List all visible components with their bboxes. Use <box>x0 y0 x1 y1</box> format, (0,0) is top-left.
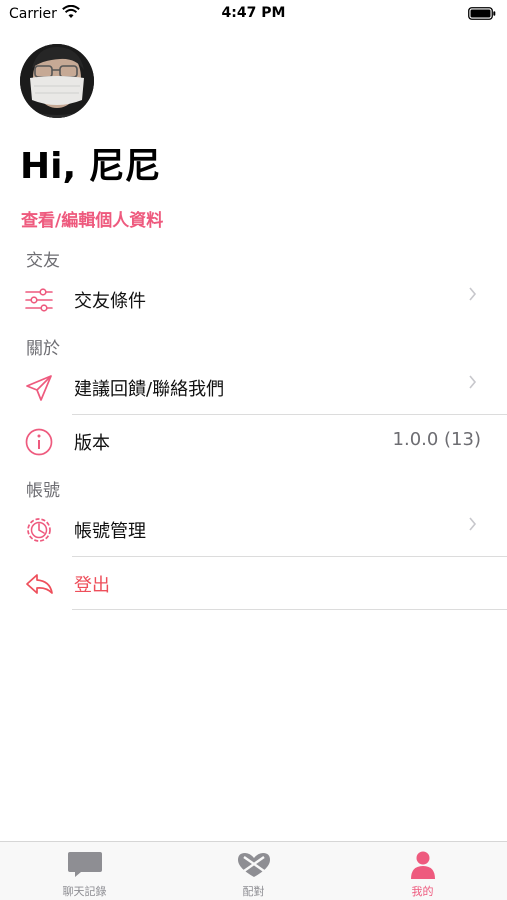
section-header-about: 關於 <box>26 339 60 359</box>
section-header-dating: 交友 <box>26 251 60 271</box>
chevron-right-icon <box>469 517 477 531</box>
tab-mine[interactable]: 我的 <box>338 842 507 900</box>
divider <box>72 609 507 610</box>
battery-full-icon <box>468 7 496 20</box>
status-time: 4:47 PM <box>221 5 286 21</box>
section-header-account: 帳號 <box>26 481 60 501</box>
avatar[interactable] <box>20 44 94 118</box>
person-icon <box>411 851 435 879</box>
sliders-icon <box>25 288 53 312</box>
tab-mine-label: 我的 <box>411 885 434 898</box>
feedback-contact-row[interactable]: 建議回饋/聯絡我們 <box>0 361 507 413</box>
logout-label: 登出 <box>74 575 110 596</box>
dating-criteria-row[interactable]: 交友條件 <box>0 273 507 325</box>
chat-bubble-icon <box>68 852 102 877</box>
dating-criteria-label: 交友條件 <box>74 291 146 312</box>
status-bar: Carrier 4:47 PM <box>0 0 507 30</box>
avatar-photo <box>20 44 94 118</box>
version-label: 版本 <box>74 433 110 454</box>
version-value: 1.0.0 (13) <box>392 429 481 450</box>
account-settings-icon <box>27 518 51 542</box>
chevron-right-icon <box>469 287 477 301</box>
tab-chat-history[interactable]: 聊天記錄 <box>0 842 169 900</box>
version-row: 版本 1.0.0 (13) <box>0 415 507 467</box>
account-management-label: 帳號管理 <box>74 521 146 542</box>
greeting-title: Hi, 尼尼 <box>20 146 161 187</box>
feedback-contact-label: 建議回饋/聯絡我們 <box>74 379 225 400</box>
chevron-right-icon <box>469 375 477 389</box>
info-icon <box>25 428 53 456</box>
tab-bar: 聊天記錄 配對 我的 <box>0 841 507 900</box>
tab-match-label: 配對 <box>242 885 265 898</box>
paper-plane-icon <box>26 375 52 401</box>
view-edit-profile-link[interactable]: 查看/編輯個人資料 <box>21 206 163 231</box>
account-management-row[interactable]: 帳號管理 <box>0 503 507 555</box>
match-heart-icon <box>238 853 270 877</box>
tab-chat-history-label: 聊天記錄 <box>62 885 107 898</box>
tab-match[interactable]: 配對 <box>169 842 338 900</box>
logout-row[interactable]: 登出 <box>0 557 507 609</box>
logout-arrow-icon <box>26 574 53 594</box>
